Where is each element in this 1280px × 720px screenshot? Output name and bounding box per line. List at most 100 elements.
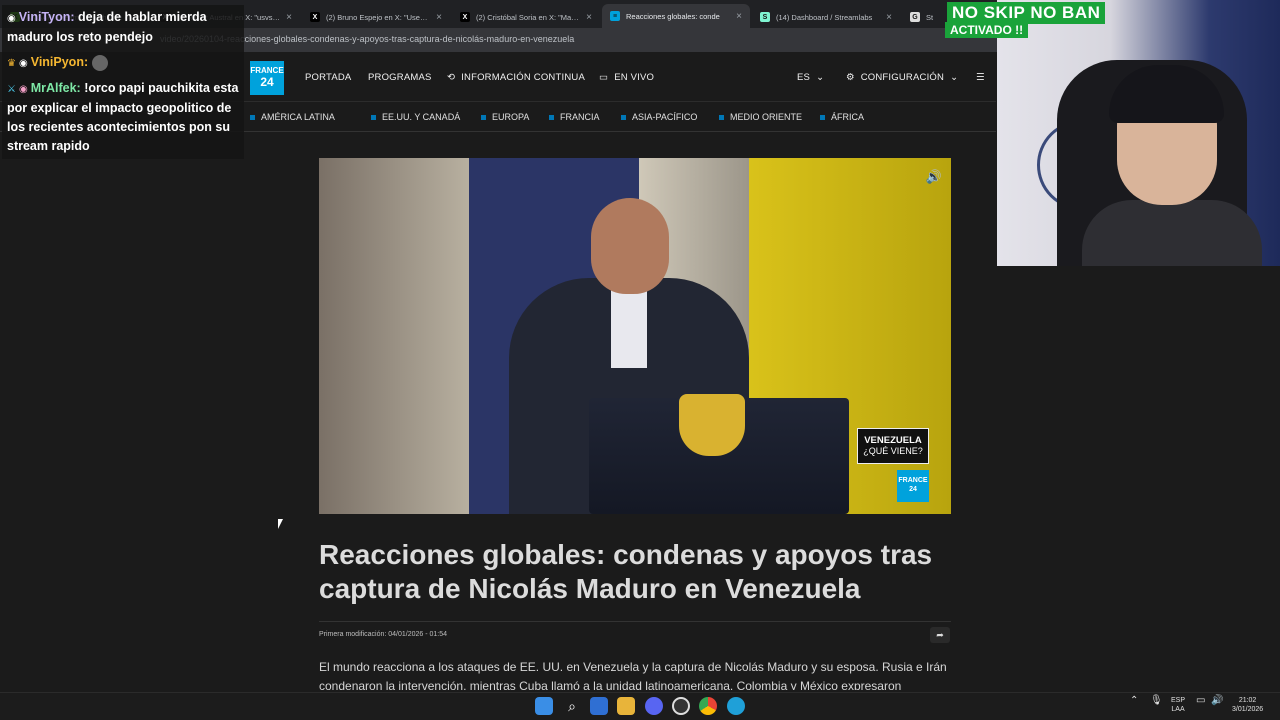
network-icon[interactable]: ▭	[1196, 696, 1205, 706]
video-player[interactable]: VENEZUELA ¿QUÉ VIENE? FRANCE 24 🔊	[319, 158, 951, 514]
crown-badge-icon: ♛	[7, 58, 16, 69]
hamburger-menu-icon[interactable]: ☰	[976, 72, 985, 83]
browser-tab[interactable]: S (14) Dashboard / Streamlabs ×	[752, 6, 900, 28]
search-icon[interactable]: ⌕	[563, 697, 581, 715]
region-nav-item[interactable]: FRANCIA	[549, 112, 600, 122]
square-bullet-icon	[820, 114, 825, 120]
emote-badge-icon: ◉	[7, 13, 16, 24]
activado-banner: ACTIVADO !!	[945, 22, 1029, 38]
close-tab-icon[interactable]: ×	[436, 12, 442, 23]
lang-line1: ESP	[1171, 697, 1186, 704]
chat-username: ViniTyon:	[18, 10, 75, 24]
share-icon[interactable]: ➦	[930, 627, 950, 643]
chat-message: ◉ ViniTyon: deja de hablar mierda maduro …	[2, 5, 244, 50]
clock[interactable]: 21:02 3/01/2026	[1232, 696, 1263, 714]
chevron-up-icon[interactable]: ⌃	[1130, 696, 1138, 706]
clock-date: 3/01/2026	[1232, 706, 1264, 713]
nav-programas-label: PROGRAMAS	[368, 72, 432, 83]
close-tab-icon[interactable]: ×	[286, 12, 292, 23]
stream-chat-overlay: ◉ ViniTyon: deja de hablar mierda maduro …	[2, 5, 244, 159]
square-bullet-icon	[719, 114, 724, 120]
speaker-shirt	[611, 288, 647, 368]
region-nav-item[interactable]: EUROPA	[481, 112, 529, 122]
divider	[319, 621, 951, 622]
region-nav-label: AMÉRICA LATINA	[261, 112, 335, 122]
region-nav-label: ASIA-PACÍFICO	[632, 112, 698, 122]
region-nav-item[interactable]: MEDIO ORIENTE	[719, 112, 802, 122]
nav-info-label: INFORMACIÓN CONTINUA	[461, 72, 585, 83]
language-indicator[interactable]: ESP LAA	[1171, 696, 1185, 714]
windows-taskbar	[0, 692, 1280, 720]
region-nav-label: MEDIO ORIENTE	[730, 112, 803, 122]
speaker-icon[interactable]: 🔊	[1211, 696, 1223, 706]
no-skip-banner: NO SKIP NO BAN	[947, 2, 1106, 24]
region-nav-item[interactable]: AMÉRICA LATINA	[250, 112, 335, 122]
microphone-icon[interactable]: 🎙	[1150, 696, 1163, 706]
close-tab-icon[interactable]: ×	[586, 12, 592, 23]
browser-tab[interactable]: ≡ Reacciones globales: conde ×	[602, 4, 750, 28]
video-channel-logo: FRANCE 24	[897, 470, 929, 502]
nav-informacion-continua[interactable]: ⟲ INFORMACIÓN CONTINUA	[447, 72, 585, 83]
settings-menu[interactable]: ⚙ CONFIGURACIÓN ⌄	[846, 72, 958, 83]
file-explorer-icon[interactable]	[617, 697, 635, 715]
square-bullet-icon	[250, 114, 255, 120]
webcam-feed	[997, 0, 1280, 266]
logo-text: FRANCE	[250, 66, 284, 75]
language-label: ES	[797, 72, 811, 83]
language-selector[interactable]: ES ⌄	[797, 72, 824, 83]
tab-title: (2) Cristóbal Soria en X: "Manda	[476, 12, 581, 22]
video-logo-text: FRANCE	[898, 477, 928, 484]
square-bullet-icon	[549, 114, 554, 120]
region-nav-label: FRANCIA	[560, 112, 600, 122]
nav-envivo-label: EN VIVO	[614, 72, 655, 83]
square-bullet-icon	[371, 114, 376, 120]
tab-favicon-icon: X	[460, 12, 470, 22]
nav-portada-label: PORTADA	[305, 72, 352, 83]
volume-icon[interactable]: 🔊	[923, 166, 945, 188]
browser-tab[interactable]: X (2) Cristóbal Soria en X: "Manda ×	[452, 6, 600, 28]
coat-of-arms	[679, 394, 745, 456]
topic-badge-title: VENEZUELA	[864, 435, 922, 446]
nav-en-vivo[interactable]: ▭ EN VIVO	[599, 72, 654, 83]
tab-favicon-icon: ≡	[610, 11, 620, 21]
france24-logo[interactable]: FRANCE 24	[250, 61, 284, 95]
region-nav-label: EUROPA	[492, 112, 530, 122]
chat-message: ♛ ◉ ViniPyon:	[2, 50, 244, 76]
square-bullet-icon	[621, 114, 626, 120]
region-nav-label: ÁFRICA	[831, 112, 865, 122]
settings-label: CONFIGURACIÓN	[860, 72, 945, 83]
discord-icon[interactable]	[645, 697, 663, 715]
region-nav-label: EE.UU. Y CANADÁ	[382, 112, 461, 122]
tab-favicon-icon: S	[760, 12, 770, 22]
region-nav-item[interactable]: ASIA-PACÍFICO	[621, 112, 697, 122]
nav-programas[interactable]: PROGRAMAS	[368, 72, 432, 83]
region-nav-item[interactable]: ÁFRICA	[820, 112, 864, 122]
video-logo-number: 24	[909, 486, 917, 493]
tab-title: (2) Bruno Espejo en X: "Usemo	[326, 12, 431, 22]
mail-app-icon[interactable]	[590, 697, 608, 715]
tab-title: Reacciones globales: conde	[626, 11, 720, 21]
video-topic-badge: VENEZUELA ¿QUÉ VIENE?	[857, 428, 929, 464]
topic-badge-subtitle: ¿QUÉ VIENE?	[863, 446, 923, 456]
emote-badge-icon: ◉	[18, 58, 28, 69]
gear-icon: ⚙	[846, 72, 855, 83]
chrome-icon[interactable]	[699, 697, 717, 715]
browser-tab[interactable]: X (2) Bruno Espejo en X: "Usemo ×	[302, 6, 450, 28]
windows-start-icon[interactable]	[535, 697, 553, 715]
lang-line2: LAA	[1171, 706, 1185, 713]
close-tab-icon[interactable]: ×	[736, 11, 742, 22]
video-bg-panel	[319, 158, 469, 514]
close-tab-icon[interactable]: ×	[886, 12, 892, 23]
article-body: El mundo reacciona a los ataques de EE. …	[319, 660, 947, 690]
tab-favicon-icon: X	[310, 12, 320, 22]
chat-username: ViniPyon:	[30, 55, 89, 69]
edge-icon[interactable]	[727, 697, 745, 715]
article-date: Primera modificación: 04/01/2026 - 01:54	[319, 631, 448, 638]
nav-portada[interactable]: PORTADA	[305, 72, 351, 83]
obs-icon[interactable]	[672, 697, 690, 715]
chevron-down-icon: ⌄	[950, 72, 959, 83]
region-nav-item[interactable]: EE.UU. Y CANADÁ	[371, 112, 460, 122]
chat-message: ⚔ ◉ MrAlfek: !orco papi pauchikita esta po…	[2, 76, 244, 159]
chat-username: MrAlfek:	[30, 81, 81, 95]
screen: { "browser": { "tabs": [ {"title": "ANGA…	[0, 0, 1280, 720]
